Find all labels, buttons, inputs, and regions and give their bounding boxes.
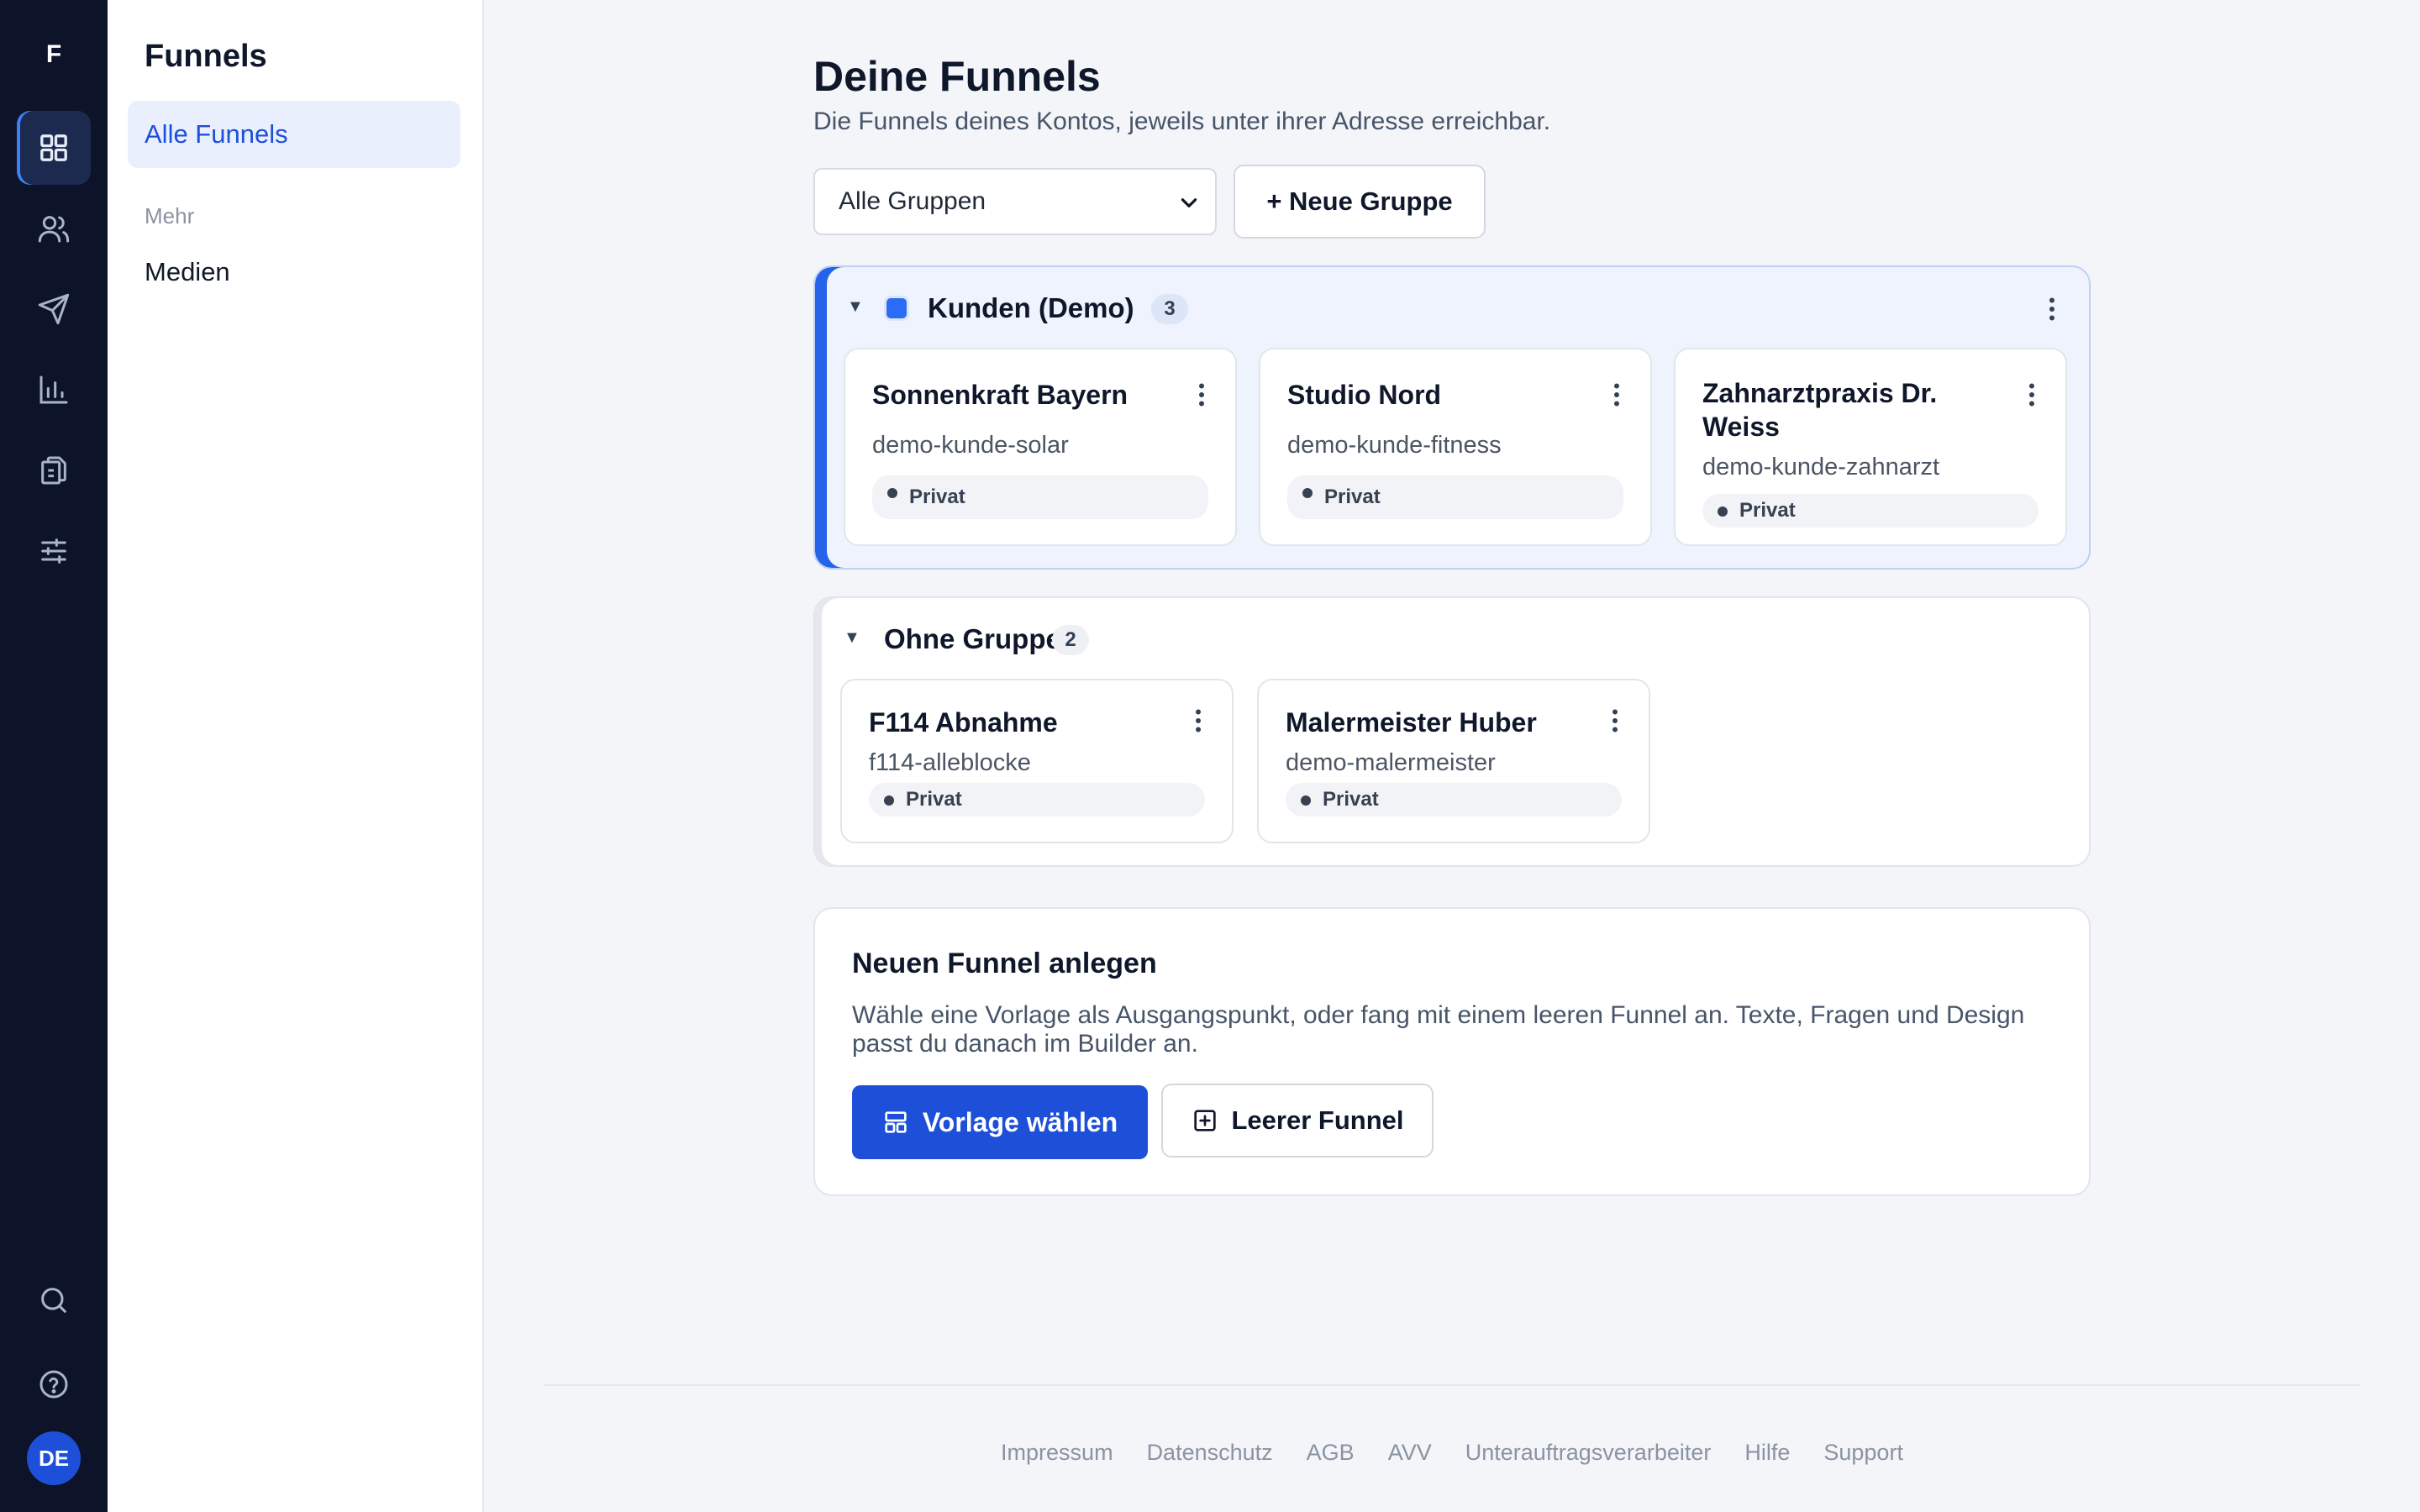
new-group-button[interactable]: + Neue Gruppe	[1234, 165, 1486, 239]
funnel-title: Sonnenkraft Bayern	[872, 380, 1128, 410]
funnel-card[interactable]: Zahnarztpraxis Dr. Weiss demo-kunde-zahn…	[1674, 348, 2067, 546]
sidebar-group-label: Mehr	[145, 203, 195, 228]
funnel-title: F114 Abnahme	[869, 707, 1058, 738]
funnel-slug: demo-kunde-zahnarzt	[1702, 454, 1940, 480]
rail-campaigns-button[interactable]	[17, 272, 91, 346]
rail-help-button[interactable]	[17, 1347, 91, 1421]
funnel-title: Studio Nord	[1287, 380, 1442, 410]
users-icon	[38, 216, 70, 243]
rail-analytics-button[interactable]	[17, 353, 91, 427]
chevron-down-icon	[1181, 198, 1197, 207]
group-name: Ohne Gruppe	[884, 623, 1061, 654]
send-icon	[38, 293, 70, 325]
funnel-card[interactable]: Studio Nord demo-kunde-fitness Privat	[1259, 348, 1652, 546]
search-icon	[41, 1288, 66, 1313]
funnel-title: Zahnarztpraxis Dr. Weiss	[1702, 378, 1938, 442]
funnel-card[interactable]: Sonnenkraft Bayern demo-kunde-solar Priv…	[844, 348, 1237, 546]
funnel-slug: demo-malermeister	[1286, 749, 1496, 776]
sidebar-item-media[interactable]: Medien	[145, 257, 230, 287]
footer-link-impressum[interactable]: Impressum	[1001, 1440, 1113, 1466]
footer-link-agb[interactable]: AGB	[1307, 1440, 1355, 1466]
funnel-slug: demo-kunde-solar	[872, 432, 1069, 459]
status-badge: Privat	[1287, 475, 1623, 519]
choose-template-button[interactable]: Vorlage wählen	[852, 1085, 1148, 1159]
group-filter-value: Alle Gruppen	[839, 187, 986, 215]
group-name: Kunden (Demo)	[928, 292, 1134, 323]
sidebar-item-all-funnels[interactable]: Alle Funnels	[128, 101, 460, 168]
group-panel: ▼ Kunden (Demo) 3 Sonnenkraft Bayern dem…	[813, 265, 2091, 570]
footer: Impressum Datenschutz AGB AVV Unterauftr…	[484, 1440, 2420, 1466]
footer-link-avv[interactable]: AVV	[1388, 1440, 1432, 1466]
main-content: Deine Funnels Die Funnels deines Kontos,…	[484, 0, 2420, 1512]
funnel-card[interactable]: Malermeister Huber demo-malermeister Pri…	[1257, 679, 1650, 843]
group-count-badge: 3	[1151, 294, 1188, 324]
rail-contacts-button[interactable]	[17, 192, 91, 265]
funnel-card[interactable]: F114 Abnahme f114-alleblocke Privat	[840, 679, 1234, 843]
funnels-sidebar: Funnels Alle Funnels Mehr Medien	[108, 0, 484, 1512]
rail-settings-button[interactable]	[17, 514, 91, 588]
funnel-menu-icon[interactable]	[1193, 380, 1210, 410]
group-color-dot	[884, 296, 909, 321]
funnel-slug: demo-kunde-fitness	[1287, 432, 1502, 459]
page-title: Deine Funnels	[813, 53, 1101, 100]
footer-divider	[544, 1384, 2360, 1386]
collapse-caret-icon[interactable]: ▼	[847, 297, 864, 317]
rail-templates-button[interactable]	[17, 433, 91, 507]
funnel-menu-icon[interactable]	[2023, 380, 2040, 410]
collapse-caret-icon[interactable]: ▼	[844, 628, 860, 648]
group-count-badge: 2	[1052, 625, 1089, 655]
funnel-slug: f114-alleblocke	[869, 749, 1031, 776]
status-badge: Privat	[872, 475, 1208, 519]
new-funnel-description: Wähle eine Vorlage als Ausgangspunkt, od…	[852, 1001, 2025, 1058]
group-filter-select[interactable]: Alle Gruppen	[813, 168, 1217, 235]
footer-link-datenschutz[interactable]: Datenschutz	[1147, 1440, 1273, 1466]
funnel-menu-icon[interactable]	[1190, 706, 1207, 736]
status-badge: Privat	[1286, 783, 1622, 816]
page-subtitle: Die Funnels deines Kontos, jeweils unter…	[813, 108, 1551, 135]
footer-link-subprocessors[interactable]: Unterauftragsverarbeiter	[1465, 1440, 1712, 1466]
empty-funnel-button[interactable]: Leerer Funnel	[1161, 1084, 1434, 1158]
sliders-icon	[41, 538, 66, 564]
choose-template-label: Vorlage wählen	[922, 1106, 1118, 1137]
funnel-menu-icon[interactable]	[1607, 706, 1623, 736]
new-funnel-panel: Neuen Funnel anlegen Wähle eine Vorlage …	[813, 907, 2091, 1196]
footer-link-support[interactable]: Support	[1823, 1440, 1903, 1466]
footer-link-help[interactable]: Hilfe	[1744, 1440, 1790, 1466]
copy-icon	[41, 456, 66, 485]
sidebar-title: Funnels	[145, 39, 267, 74]
icon-rail: F DE	[0, 0, 108, 1512]
grid-icon	[40, 134, 67, 161]
help-icon	[39, 1370, 68, 1399]
rail-funnels-button[interactable]	[17, 111, 91, 185]
user-avatar[interactable]: DE	[27, 1431, 81, 1485]
status-badge: Privat	[869, 783, 1205, 816]
template-icon	[885, 1111, 907, 1133]
empty-funnel-label: Leerer Funnel	[1231, 1105, 1404, 1135]
funnel-title: Malermeister Huber	[1286, 707, 1537, 738]
group-panel: ▼ Ohne Gruppe 2 F114 Abnahme f114-allebl…	[813, 596, 2091, 867]
group-menu-icon[interactable]	[2044, 294, 2060, 324]
new-funnel-title: Neuen Funnel anlegen	[852, 948, 1157, 979]
funnel-menu-icon[interactable]	[1608, 380, 1625, 410]
bar-chart-icon	[39, 375, 68, 404]
plus-square-icon	[1193, 1110, 1216, 1131]
app-logo[interactable]: F	[0, 40, 108, 69]
status-badge: Privat	[1702, 494, 2039, 528]
rail-search-button[interactable]	[17, 1263, 91, 1337]
